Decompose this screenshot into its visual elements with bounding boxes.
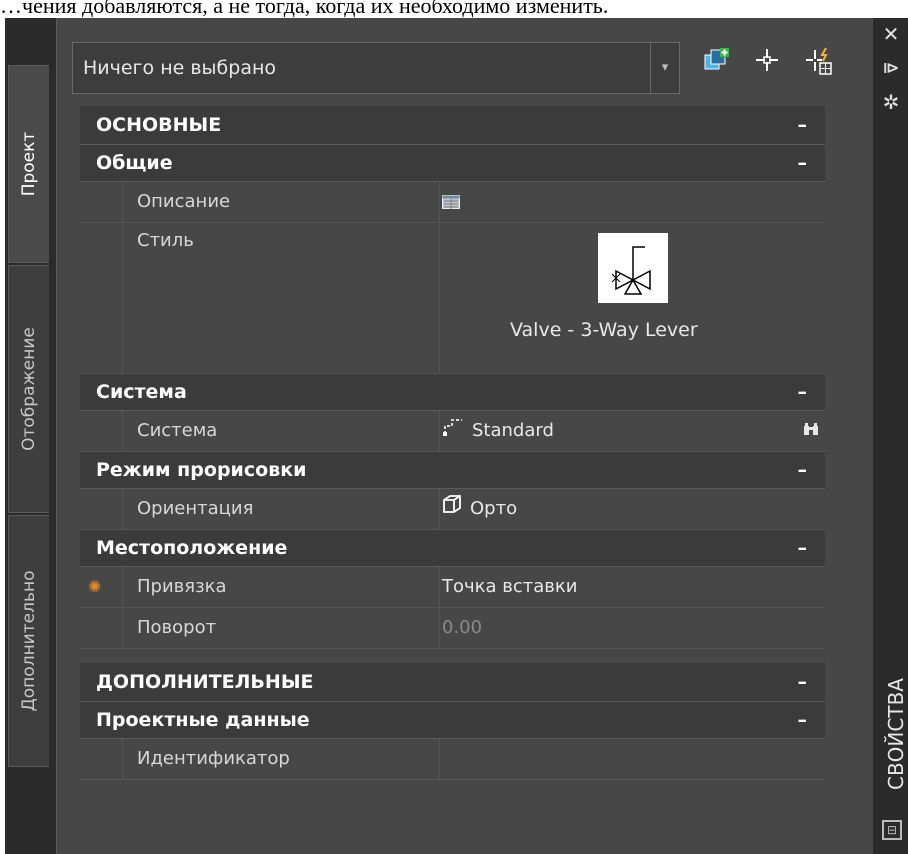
collapse-icon[interactable]: –	[798, 374, 808, 410]
section-project-data-title: Проектные данные	[96, 709, 310, 731]
property-label: Описание	[122, 182, 440, 222]
collapse-icon[interactable]: –	[798, 530, 808, 566]
property-row-description: Описание	[80, 182, 825, 223]
section-location[interactable]: Местоположение –	[80, 530, 825, 567]
section-location-title: Местоположение	[96, 537, 288, 559]
collapse-icon[interactable]: –	[798, 145, 808, 181]
section-extra[interactable]: ДОПОЛНИТЕЛЬНЫЕ –	[80, 663, 825, 702]
tab-project[interactable]: Проект	[8, 65, 49, 263]
collapse-icon[interactable]: –	[798, 663, 808, 701]
selection-dropdown[interactable]: Ничего не выбрано ▾	[72, 42, 680, 94]
rotation-value: 0.00	[442, 617, 483, 638]
section-extra-title: ДОПОЛНИТЕЛЬНЫЕ	[96, 671, 314, 693]
property-label: Ориентация	[122, 489, 440, 529]
tab-extra[interactable]: Дополнительно	[8, 515, 49, 767]
style-name: Valve - 3-Way Lever	[510, 319, 698, 341]
palette-menu-icon[interactable]: ⊟	[882, 820, 902, 840]
property-row-style: Стиль Valve - 3-Way Lever	[80, 223, 825, 374]
property-label: Поворот	[122, 608, 440, 648]
collapse-icon[interactable]: –	[798, 702, 808, 738]
property-row-system[interactable]: Система Standard	[80, 411, 825, 452]
section-drawing-mode-title: Режим прорисовки	[96, 459, 307, 481]
collapse-icon[interactable]: –	[798, 106, 808, 144]
tab-extra-label: Дополнительно	[19, 570, 39, 712]
property-label: Идентификатор	[122, 739, 440, 779]
property-row-orientation[interactable]: Ориентация Орто	[80, 489, 825, 530]
style-preview-image[interactable]	[598, 233, 668, 303]
anchor-value: Точка вставки	[442, 576, 578, 597]
orientation-value-wrap: Орто	[442, 489, 517, 529]
selection-value: Ничего не выбрано	[83, 57, 277, 79]
tab-project-label: Проект	[19, 131, 39, 197]
description-editor-icon[interactable]	[442, 182, 460, 222]
section-general-title: Общие	[96, 152, 173, 174]
select-objects-icon[interactable]	[750, 46, 784, 86]
property-label: Стиль	[122, 223, 440, 373]
sun-icon: ✺	[88, 577, 102, 596]
section-main[interactable]: ОСНОВНЫЕ –	[80, 106, 825, 145]
palette-title: СВОЙСТВА	[884, 678, 908, 790]
collapse-icon[interactable]: –	[798, 452, 808, 488]
property-row-rotation[interactable]: Поворот 0.00	[80, 608, 825, 649]
settings-icon[interactable]: ✲	[874, 90, 908, 114]
cube-icon	[442, 489, 462, 529]
section-system-title: Система	[96, 381, 187, 403]
tab-display-label: Отображение	[19, 327, 39, 451]
property-grid: ОСНОВНЫЕ – Общие – Описание Стиль Valve - …	[80, 106, 825, 780]
section-drawing-mode[interactable]: Режим прорисовки –	[80, 452, 825, 489]
system-value: Standard	[472, 420, 554, 441]
system-icon	[442, 411, 464, 451]
property-row-identifier[interactable]: Идентификатор	[80, 739, 825, 780]
pin-icon[interactable]: ⧐	[874, 56, 908, 80]
section-system[interactable]: Система –	[80, 374, 825, 411]
property-label: Привязка	[122, 567, 440, 607]
chevron-down-icon[interactable]: ▾	[650, 43, 679, 93]
add-to-selection-icon[interactable]	[700, 46, 734, 86]
system-value-wrap: Standard	[442, 411, 554, 451]
orientation-value: Орто	[470, 498, 518, 519]
section-project-data[interactable]: Проектные данные –	[80, 702, 825, 739]
close-icon[interactable]: ✕	[874, 22, 908, 46]
section-general[interactable]: Общие –	[80, 145, 825, 182]
property-row-anchor[interactable]: ✺ Привязка Точка вставки	[80, 567, 825, 608]
quick-select-icon[interactable]	[802, 46, 836, 86]
property-label: Система	[122, 411, 440, 451]
section-main-title: ОСНОВНЫЕ	[96, 114, 222, 136]
document-caption: …чения добавляются, а не тогда, когда их…	[0, 0, 609, 18]
tab-display[interactable]: Отображение	[8, 265, 49, 513]
binoculars-icon[interactable]	[803, 411, 819, 451]
